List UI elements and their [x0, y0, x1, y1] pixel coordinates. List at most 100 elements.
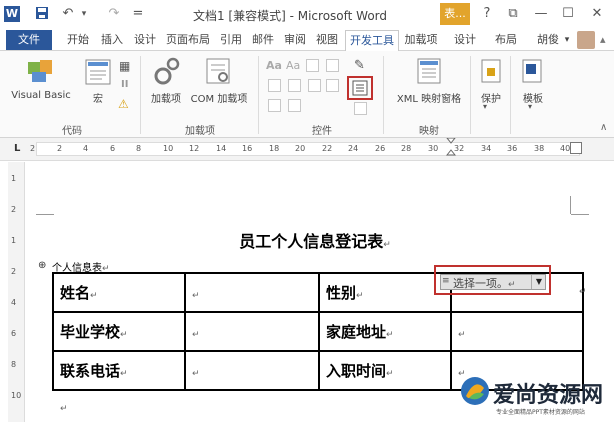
content-control-handle-icon[interactable]: ≡ [442, 276, 450, 286]
dropdown-placeholder[interactable]: 选择一项。↵ [453, 275, 516, 291]
maximize-button[interactable]: ☐ [557, 3, 579, 25]
visual-basic-icon[interactable] [26, 58, 56, 87]
undo-dropdown-icon[interactable]: ▾ [76, 6, 92, 22]
dropdown-list-control-icon[interactable] [308, 79, 321, 92]
macros-icon[interactable] [84, 58, 112, 89]
building-block-control-icon[interactable] [326, 59, 339, 72]
close-button[interactable]: ✕ [586, 3, 608, 25]
design-mode-icon[interactable]: ✎ [354, 58, 365, 73]
macros-button[interactable]: 宏 [88, 90, 108, 105]
rich-text-control-icon[interactable]: Aa [266, 59, 282, 72]
table-cell[interactable]: ↵ [184, 311, 320, 352]
protect-icon[interactable] [480, 58, 502, 87]
ruler-tick-label: 26 [375, 144, 386, 153]
ruler-tick-label: 4 [83, 144, 89, 153]
ribbon-display-options-button[interactable]: ⧉ [502, 3, 524, 25]
window-title: 文档1 [兼容模式] - Microsoft Word [192, 9, 388, 23]
indent-marker-icon[interactable] [445, 137, 457, 160]
combo-box-control-icon[interactable] [288, 79, 301, 92]
user-name[interactable]: 胡俊 [534, 30, 562, 50]
table-cell[interactable]: 联系电话↵ [52, 350, 186, 391]
table-cell[interactable]: 毕业学校↵ [52, 311, 186, 352]
tab-view[interactable]: 视图 [313, 30, 341, 50]
cell-mark: ↵ [386, 369, 394, 379]
table-cell[interactable]: 姓名↵ [52, 272, 186, 313]
date-picker-control-icon[interactable] [326, 79, 339, 92]
protect-button[interactable]: 保护 [474, 90, 508, 105]
group-label-mapping: 映射 [419, 126, 439, 137]
repeating-section-control-icon[interactable] [268, 99, 281, 112]
cell-label: 入职时间 [326, 362, 387, 380]
xml-mapping-pane-icon[interactable] [416, 57, 442, 88]
cell-mark: ↵ [386, 330, 394, 340]
ribbon-divider [470, 56, 471, 134]
dropdown-arrow-icon[interactable]: ▼ [531, 275, 546, 289]
tab-developer[interactable]: 开发工具 [345, 30, 399, 52]
tab-page-layout[interactable]: 页面布局 [163, 30, 213, 50]
table-cell[interactable]: ↵ [184, 272, 320, 313]
template-button[interactable]: 模板 [516, 90, 550, 105]
tab-selector-icon[interactable]: L [14, 143, 20, 154]
cell-mark: ↵ [120, 369, 128, 379]
template-dropdown-icon[interactable]: ▾ [528, 102, 532, 111]
table-move-handle-icon[interactable]: ⊕ [38, 260, 46, 271]
tab-file[interactable]: 文件 [6, 30, 52, 50]
tab-insert[interactable]: 插入 [98, 30, 126, 50]
xml-mapping-pane-button[interactable]: XML 映射窗格 [390, 90, 468, 105]
legacy-tools-icon[interactable] [288, 99, 301, 112]
tab-table-design[interactable]: 设计 [451, 30, 479, 50]
scroll-up-icon[interactable]: ▴ [600, 33, 606, 46]
document-template-icon[interactable] [521, 58, 543, 87]
table-cell[interactable]: 家庭地址↵ [318, 311, 452, 352]
plain-text-control-icon[interactable]: Aa [286, 59, 300, 72]
tab-design[interactable]: 设计 [131, 30, 159, 50]
tab-review[interactable]: 审阅 [281, 30, 309, 50]
vertical-ruler-tick-label: 8 [11, 360, 17, 369]
com-addins-icon[interactable] [205, 57, 231, 88]
dropdown-value: 选择一项。 [453, 277, 508, 290]
watermark-subtitle: 专业全面精品PPT素材资源的网站 [496, 409, 585, 416]
com-addins-button[interactable]: COM 加载项 [186, 90, 252, 105]
vertical-ruler[interactable] [8, 162, 25, 422]
avatar[interactable] [577, 31, 595, 49]
tab-table-layout[interactable]: 布局 [492, 30, 520, 50]
row-end-mark: ↵ [579, 287, 587, 297]
help-button[interactable]: ? [476, 3, 498, 25]
tab-mailings[interactable]: 邮件 [249, 30, 277, 50]
save-icon[interactable] [34, 6, 50, 22]
ruler-tick-label: 28 [401, 144, 412, 153]
table-cell[interactable]: ↵ [450, 311, 584, 352]
ribbon-divider [258, 56, 259, 134]
group-control-icon[interactable] [354, 102, 367, 115]
table-tools-label: 表... [440, 3, 470, 25]
table-cell[interactable]: ↵ [184, 350, 320, 391]
macro-security-icon[interactable]: ⚠ [118, 97, 129, 111]
word-app-icon[interactable]: W [4, 6, 20, 22]
document-title[interactable]: 员工个人信息登记表↵ [210, 228, 420, 252]
addins-button[interactable]: 加载项 [146, 90, 186, 105]
undo-icon[interactable]: ↶ [60, 6, 76, 22]
picture-control-icon[interactable] [306, 59, 319, 72]
user-menu-icon[interactable]: ▾ [562, 30, 572, 50]
tab-references[interactable]: 引用 [217, 30, 245, 50]
table-column-marker-icon[interactable] [570, 142, 582, 154]
table-cell[interactable]: 性别↵ [318, 272, 452, 313]
ruler-track [36, 142, 580, 156]
minimize-button[interactable]: — [530, 3, 552, 25]
visual-basic-button[interactable]: Visual Basic [8, 90, 74, 101]
table-cell[interactable]: 入职时间↵ [318, 350, 452, 391]
tab-addins[interactable]: 加载项 [401, 30, 441, 50]
cell-label: 姓名 [60, 284, 91, 302]
pause-recording-icon[interactable]: II [121, 79, 128, 90]
tab-home[interactable]: 开始 [64, 30, 92, 50]
checkbox-control-icon[interactable] [268, 79, 281, 92]
ruler-tick-label: 20 [295, 144, 306, 153]
protect-dropdown-icon[interactable]: ▾ [483, 102, 487, 111]
record-macro-icon[interactable]: ▦ [119, 59, 130, 73]
collapse-ribbon-icon[interactable]: ∧ [600, 122, 607, 133]
properties-icon[interactable] [352, 80, 368, 99]
ribbon-divider [510, 56, 511, 134]
addins-icon[interactable] [153, 56, 181, 89]
redo-icon[interactable]: ↷ [106, 6, 122, 22]
vertical-ruler-tick-label: 2 [11, 205, 17, 214]
